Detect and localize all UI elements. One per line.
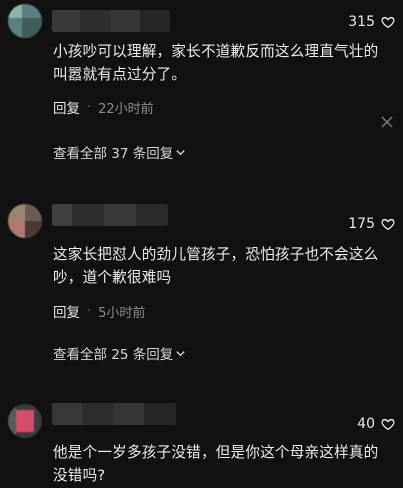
- comment-item: 40 他是个一岁多孩子没错，但是你这个母亲这样真的没错吗?: [0, 380, 403, 488]
- like-count: 40: [357, 416, 375, 432]
- like-button[interactable]: 175: [348, 216, 395, 232]
- view-replies-label: 查看全部 25 条回复: [53, 347, 174, 363]
- meta-separator: ·: [87, 99, 92, 115]
- comment-item: 175 这家长把怼人的劲儿管孩子，恐怕孩子也不会这么吵，道个歉很难吗 回复 · …: [0, 180, 403, 380]
- timestamp: 22小时前: [98, 101, 154, 117]
- meta-separator: ·: [87, 303, 92, 319]
- like-count: 315: [348, 14, 375, 30]
- like-count: 175: [348, 216, 375, 232]
- comment-meta: 回复 · 22小时前: [53, 97, 154, 118]
- comment-text: 这家长把怼人的劲儿管孩子，恐怕孩子也不会这么吵，道个歉很难吗: [53, 246, 379, 286]
- view-replies-label: 查看全部 37 条回复: [53, 146, 174, 162]
- view-replies-button[interactable]: 查看全部 37 条回复: [53, 142, 186, 162]
- heart-outline-icon: [381, 16, 395, 29]
- avatar[interactable]: [8, 4, 42, 38]
- heart-outline-icon: [381, 418, 395, 431]
- heart-outline-icon: [381, 218, 395, 231]
- avatar[interactable]: [8, 204, 42, 238]
- comment-item: 315 小孩吵可以理解，家长不道歉反而这么理直气壮的叫嚣就有点过分了。 回复 ·…: [0, 0, 403, 180]
- timestamp: 5小时前: [98, 305, 146, 321]
- username[interactable]: [52, 10, 170, 32]
- reply-button[interactable]: 回复: [53, 301, 80, 321]
- close-icon[interactable]: [381, 116, 393, 128]
- chevron-down-icon: [176, 350, 185, 356]
- chevron-down-icon: [176, 149, 185, 155]
- username[interactable]: [52, 204, 168, 226]
- username[interactable]: [52, 403, 176, 425]
- comment-meta: 回复 · 5小时前: [53, 301, 146, 322]
- like-button[interactable]: 40: [357, 416, 395, 432]
- comment-text: 他是个一岁多孩子没错，但是你这个母亲这样真的没错吗?: [53, 444, 379, 484]
- like-button[interactable]: 315: [348, 14, 395, 30]
- reply-button[interactable]: 回复: [53, 97, 80, 117]
- avatar[interactable]: [8, 404, 42, 438]
- view-replies-button[interactable]: 查看全部 25 条回复: [53, 343, 186, 363]
- comment-text: 小孩吵可以理解，家长不道歉反而这么理直气壮的叫嚣就有点过分了。: [53, 43, 379, 83]
